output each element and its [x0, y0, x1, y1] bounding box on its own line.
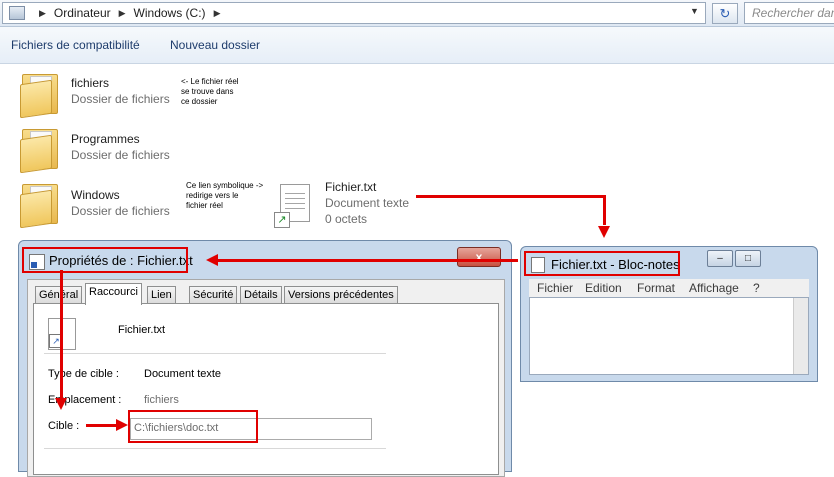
divider — [44, 448, 386, 449]
divider — [44, 353, 386, 354]
arrow-line — [603, 195, 606, 225]
target-type-value: Document texte — [144, 368, 222, 380]
arrow-left-icon — [206, 254, 218, 266]
shortcut-tab-page: Fichier.txt Type de cible : Document tex… — [33, 303, 499, 475]
tab-raccourci[interactable]: Raccourci — [85, 283, 142, 305]
folder-icon[interactable] — [20, 125, 60, 174]
file-type: Document texte — [325, 196, 410, 210]
maximize-button[interactable]: □ — [735, 250, 761, 267]
tab-versions[interactable]: Versions précédentes — [284, 286, 398, 304]
text-editor[interactable] — [529, 297, 809, 375]
chevron-right-icon[interactable]: ▶ — [119, 8, 126, 19]
highlight-properties-title — [22, 247, 188, 273]
tab-securite[interactable]: Sécurité — [189, 286, 238, 304]
item-name[interactable]: fichiers — [71, 76, 109, 90]
file-name[interactable]: Fichier.txt — [325, 180, 376, 194]
folder-icon[interactable] — [20, 70, 60, 119]
computer-icon — [9, 6, 25, 20]
tab-general[interactable]: Général — [35, 286, 83, 304]
item-type: Dossier de fichiers — [71, 148, 170, 162]
menu-bar: Fichier Edition Format Affichage ? — [529, 279, 809, 297]
refresh-button[interactable]: ↻ — [712, 3, 738, 24]
menu-help[interactable]: ? — [753, 281, 760, 295]
shortcut-file-name: Fichier.txt — [118, 324, 166, 336]
address-dropdown-icon[interactable]: ▼ — [690, 6, 699, 16]
item-type: Dossier de fichiers — [71, 204, 170, 218]
arrow-line — [218, 259, 518, 262]
tab-lien[interactable]: Lien — [147, 286, 176, 304]
arrow-down-icon — [55, 398, 67, 410]
location-value: fichiers — [144, 394, 179, 406]
breadcrumb-ordinateur[interactable]: Ordinateur — [54, 6, 111, 20]
properties-dialog: Propriétés de : Fichier.txt x Général Ra… — [18, 240, 512, 477]
highlight-notepad-title — [524, 251, 680, 276]
chevron-right-icon[interactable]: ▶ — [39, 8, 46, 19]
menu-edition[interactable]: Edition — [585, 281, 622, 295]
target-label: Cible : — [48, 420, 80, 432]
folder-icon[interactable] — [20, 180, 60, 229]
new-folder-button[interactable]: Nouveau dossier — [170, 38, 260, 52]
breadcrumb-windows-c[interactable]: Windows (C:) — [134, 6, 206, 20]
chevron-right-icon[interactable]: ▶ — [214, 8, 221, 19]
vertical-scrollbar[interactable] — [793, 298, 808, 374]
menu-format[interactable]: Format — [637, 281, 675, 295]
search-placeholder: Rechercher dans — [752, 6, 834, 20]
compat-files-button[interactable]: Fichiers de compatibilité — [11, 38, 140, 52]
menu-affichage[interactable]: Affichage — [689, 281, 739, 295]
item-name[interactable]: Windows — [71, 188, 120, 202]
item-name[interactable]: Programmes — [71, 132, 140, 146]
arrow-right-icon — [116, 419, 128, 431]
arrow-line — [416, 195, 606, 198]
minimize-button[interactable]: – — [707, 250, 733, 267]
menu-fichier[interactable]: Fichier — [537, 281, 573, 295]
item-type: Dossier de fichiers — [71, 92, 170, 106]
annotation-note-real-file: <- Le fichier réel se trouve dans ce dossi… — [181, 77, 239, 106]
arrow-line — [86, 424, 116, 427]
tab-details[interactable]: Détails — [240, 286, 282, 304]
text-shortcut-icon[interactable]: ↗ — [274, 182, 314, 228]
arrow-line — [60, 270, 63, 400]
command-bar: Fichiers de compatibilité Nouveau dossie… — [0, 27, 834, 64]
address-bar[interactable]: ▶ Ordinateur ▶ Windows (C:) ▶ — [2, 2, 706, 24]
target-type-label: Type de cible : — [48, 368, 119, 380]
arrow-down-icon — [598, 226, 610, 238]
annotation-note-symlink: Ce lien symbolique -> redirige vers le fic… — [186, 181, 264, 210]
close-button[interactable]: x — [457, 247, 501, 267]
highlight-target-field — [128, 410, 258, 443]
search-input[interactable]: Rechercher dans — [744, 2, 834, 24]
file-size: 0 octets — [325, 212, 368, 226]
